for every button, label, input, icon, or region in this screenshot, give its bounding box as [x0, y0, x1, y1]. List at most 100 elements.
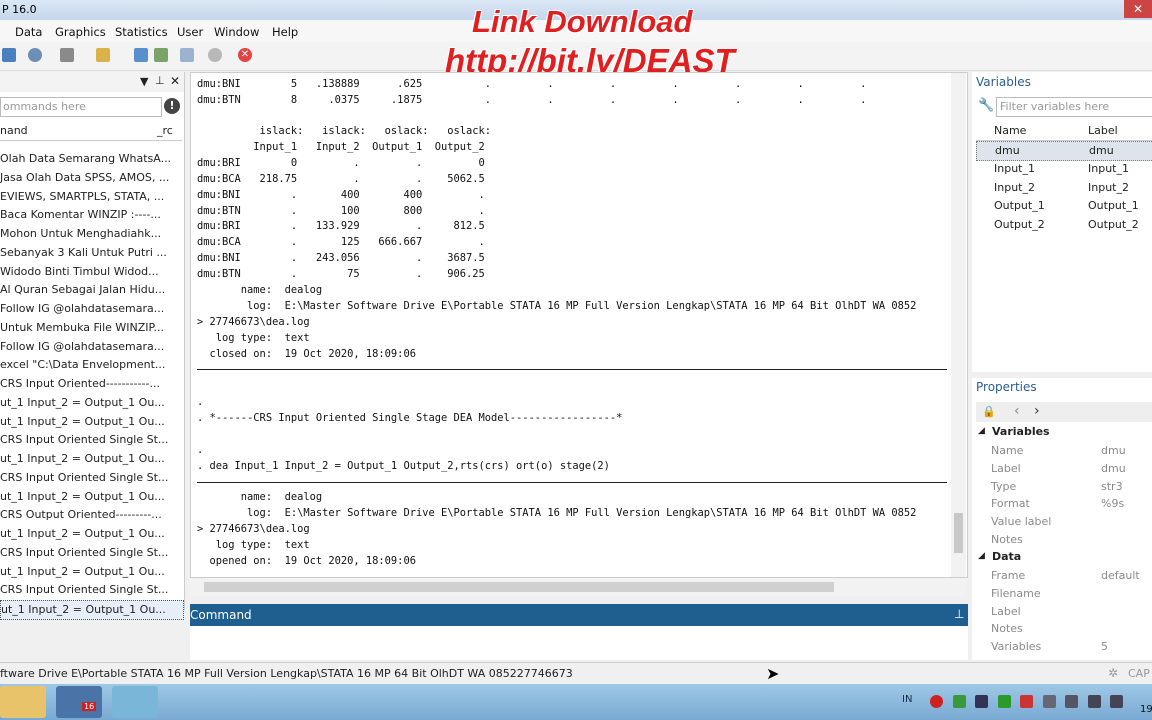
results-window: dmu:BNI 5 .138889 .625 . . . . . . . dmu… — [190, 72, 968, 578]
review-item[interactable]: Al Quran Sebagai Jalan Hidu... — [0, 281, 182, 299]
property-row[interactable]: Label dmu — [978, 460, 1152, 478]
results-vertical-scrollbar[interactable] — [951, 73, 966, 577]
property-row[interactable]: Format %9s — [978, 495, 1152, 513]
variables-filter-input[interactable]: Filter variables here — [996, 97, 1152, 117]
column-command[interactable]: nand — [0, 124, 28, 137]
property-row[interactable]: Variables 5 — [978, 638, 1152, 656]
forward-icon[interactable]: › — [1034, 403, 1040, 419]
pin-icon[interactable]: ⊥ — [155, 74, 165, 87]
menu-data[interactable]: Data — [15, 25, 42, 39]
scroll-thumb[interactable] — [204, 582, 834, 592]
record-icon[interactable] — [930, 695, 943, 708]
lock-icon[interactable]: 🔒 — [982, 405, 996, 418]
review-item[interactable]: Olah Data Semarang WhatsA... — [0, 150, 182, 168]
separator-line — [197, 482, 947, 483]
variables-manager-icon[interactable] — [180, 48, 194, 62]
review-item[interactable]: ut_1 Input_2 = Output_1 Ou... — [0, 525, 182, 543]
clock[interactable]: 19 — [1140, 704, 1152, 715]
review-item[interactable]: Mohon Untuk Menghadiahk... — [0, 225, 182, 243]
review-item[interactable]: ut_1 Input_2 = Output_1 Ou... — [0, 450, 182, 468]
menu-graphics[interactable]: Graphics — [55, 25, 106, 39]
results-horizontal-scrollbar[interactable] — [190, 578, 966, 596]
review-item[interactable]: CRS Input Oriented-----------... — [0, 375, 182, 393]
review-item[interactable]: excel "C:\Data Envelopment... — [0, 356, 182, 374]
review-item[interactable]: EVIEWS, SMARTPLS, STATA, ... — [0, 188, 182, 206]
column-name[interactable]: Name — [994, 124, 1026, 137]
review-item[interactable]: Widodo Binti Timbul Widod... — [0, 263, 182, 281]
review-item[interactable]: CRS Output Oriented---------... — [0, 506, 182, 524]
review-item[interactable]: Follow IG @olahdatasemara... — [0, 300, 182, 318]
variable-row[interactable]: Input_1 Input_1 — [976, 160, 1152, 178]
menu-window[interactable]: Window — [214, 25, 259, 39]
section-variables[interactable]: ◢ Variables — [976, 424, 1152, 442]
variable-row[interactable]: Output_2 Output_2 — [976, 216, 1152, 234]
property-row[interactable]: Filename — [978, 585, 1152, 603]
viewer-icon[interactable] — [28, 48, 42, 62]
review-item[interactable]: ut_1 Input_2 = Output_1 Ou... — [0, 394, 182, 412]
review-item[interactable]: ut_1 Input_2 = Output_1 Ou... — [0, 600, 184, 620]
more-icon[interactable] — [208, 48, 222, 62]
filter-icon[interactable]: ▼ — [140, 75, 148, 88]
menu-user[interactable]: User — [177, 25, 203, 39]
review-item[interactable]: ut_1 Input_2 = Output_1 Ou... — [0, 413, 182, 431]
scroll-thumb[interactable] — [954, 513, 963, 553]
variable-row[interactable]: Output_1 Output_1 — [976, 197, 1152, 215]
property-row[interactable]: Value label — [978, 513, 1152, 531]
column-rc[interactable]: _rc — [157, 124, 173, 137]
review-item[interactable]: ut_1 Input_2 = Output_1 Ou... — [0, 563, 182, 581]
column-label[interactable]: Label — [1088, 124, 1118, 137]
log-icon[interactable] — [96, 48, 110, 62]
tray-app-icon[interactable] — [1065, 695, 1078, 708]
section-variables-label: Variables — [992, 425, 1050, 438]
review-item[interactable]: Sebanyak 3 Kali Untuk Putri ... — [0, 244, 182, 262]
file-explorer-icon[interactable] — [0, 686, 46, 718]
save-icon[interactable] — [2, 48, 16, 62]
close-window-button[interactable]: ✕ — [1124, 0, 1152, 18]
variable-row[interactable]: dmu dmu — [976, 141, 1152, 161]
app-taskbar-icon[interactable] — [112, 686, 158, 718]
review-item[interactable]: Jasa Olah Data SPSS, AMOS, ... — [0, 169, 182, 187]
property-row[interactable]: Name dmu — [978, 442, 1152, 460]
data-editor-icon[interactable] — [154, 48, 168, 62]
review-item[interactable]: CRS Input Oriented Single St... — [0, 469, 182, 487]
variables-columns: Name Label — [976, 122, 1152, 141]
property-row[interactable]: Notes — [978, 620, 1152, 638]
monitor-icon[interactable] — [975, 695, 988, 708]
review-item[interactable]: Untuk Membuka File WINZIP... — [0, 319, 182, 337]
review-item[interactable]: ut_1 Input_2 = Output_1 Ou... — [0, 488, 182, 506]
property-row[interactable]: Notes — [978, 531, 1152, 549]
pin-icon[interactable]: ⊥ — [954, 607, 964, 621]
info-icon[interactable]: ! — [164, 98, 180, 114]
command-input[interactable] — [190, 626, 968, 660]
tray-app-icon[interactable] — [1043, 695, 1056, 708]
volume-icon[interactable] — [1110, 695, 1123, 708]
review-search-input[interactable]: ommands here — [0, 97, 162, 117]
variables-panel: Variables 🔧 Filter variables here Name L… — [972, 72, 1152, 372]
do-file-editor-icon[interactable] — [134, 48, 148, 62]
back-icon[interactable]: ‹ — [1014, 403, 1020, 419]
section-data[interactable]: ◢ Data — [976, 549, 1152, 567]
break-icon[interactable]: ✕ — [238, 48, 252, 62]
menu-statistics[interactable]: Statistics — [115, 25, 168, 39]
property-row[interactable]: Type str3 — [978, 478, 1152, 496]
review-item[interactable]: CRS Input Oriented Single St... — [0, 544, 182, 562]
property-value: dmu — [1101, 461, 1126, 475]
review-item[interactable]: CRS Input Oriented Single St... — [0, 431, 182, 449]
property-row[interactable]: Label — [978, 603, 1152, 621]
tray-app-icon[interactable] — [1020, 695, 1033, 708]
wrench-icon[interactable]: 🔧 — [978, 98, 994, 113]
tray-app-icon[interactable] — [998, 695, 1011, 708]
property-key: Notes — [991, 622, 1023, 636]
review-item[interactable]: CRS Input Oriented Single St... — [0, 581, 182, 599]
close-panel-icon[interactable]: ✕ — [170, 74, 180, 88]
language-indicator[interactable]: IN — [902, 694, 912, 705]
network-icon[interactable] — [1088, 695, 1101, 708]
menu-help[interactable]: Help — [272, 25, 298, 39]
review-item[interactable]: Follow IG @olahdatasemara... — [0, 338, 182, 356]
review-item[interactable]: Baca Komentar WINZIP :----... — [0, 206, 182, 224]
stata-taskbar-icon[interactable]: 16 — [56, 686, 102, 718]
variable-row[interactable]: Input_2 Input_2 — [976, 179, 1152, 197]
graph-icon[interactable] — [60, 48, 74, 62]
tray-app-icon[interactable] — [953, 695, 966, 708]
property-row[interactable]: Frame default — [978, 567, 1152, 585]
